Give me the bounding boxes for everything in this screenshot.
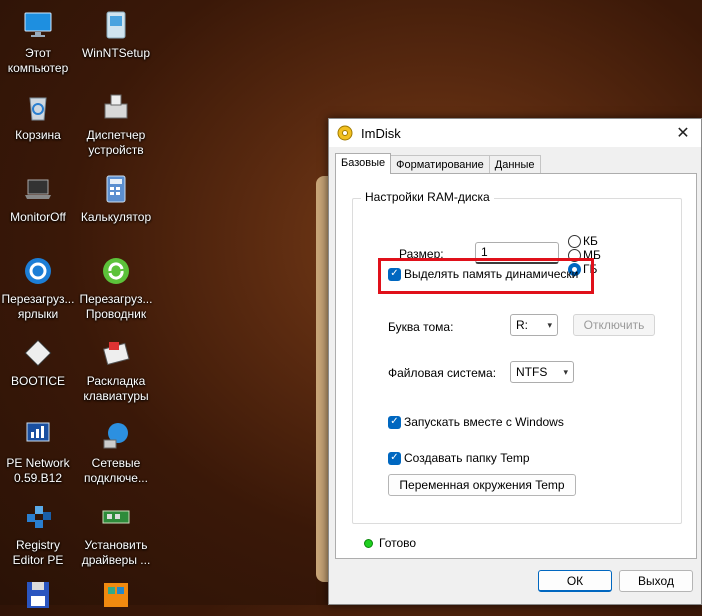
- checkmark-icon: ✓: [388, 415, 401, 429]
- desktop-icon-network-connections[interactable]: Сетевые подключе...: [78, 418, 154, 486]
- chevron-down-icon: ▾: [547, 319, 552, 330]
- desktop-icon-label: Корзина: [15, 128, 61, 142]
- create-temp-checkbox[interactable]: ✓ Создавать папку Temp: [388, 451, 530, 465]
- desktop-icon-winntsetup[interactable]: WinNTSetup: [78, 8, 154, 61]
- desktop-icon-windows-app[interactable]: [78, 578, 154, 616]
- tab-panel-basic: Настройки RAM-диска Размер: 1 КБ МБ ГБ ✓…: [335, 173, 697, 559]
- chevron-down-icon: ▾: [563, 366, 568, 377]
- group-title: Настройки RAM-диска: [361, 190, 494, 204]
- create-temp-label: Создавать папку Temp: [404, 451, 530, 465]
- drivers-icon: [99, 500, 133, 534]
- volume-letter-value: R:: [516, 318, 528, 332]
- volume-letter-label: Буква тома:: [388, 320, 454, 334]
- recycle-bin-icon: [21, 90, 55, 124]
- tab-data[interactable]: Данные: [488, 155, 541, 174]
- monitor-icon: [21, 8, 55, 42]
- desktop-icon-label: Registry Editor PE: [12, 538, 64, 567]
- desktop-icon-label: Перезагруз... ярлыки: [1, 292, 75, 321]
- checkmark-icon: ✓: [388, 267, 401, 281]
- tab-formatting[interactable]: Форматирование: [390, 155, 490, 174]
- desktop-icon-label: MonitorOff: [10, 210, 66, 224]
- registry-icon: [21, 500, 55, 534]
- disconnect-button[interactable]: Отключить: [573, 314, 655, 336]
- network-icon: [21, 418, 55, 452]
- calculator-icon: [99, 172, 133, 206]
- imdisk-dialog: ImDisk ✕ Базовые Форматирование Данные Н…: [328, 118, 702, 605]
- desktop-icon-label: Этот компьютер: [7, 46, 69, 75]
- globe-icon: [99, 418, 133, 452]
- desktop-icon-registry-editor[interactable]: Registry Editor PE: [0, 500, 76, 568]
- keyboard-layout-icon: [99, 336, 133, 370]
- status-text: Готово: [379, 536, 417, 550]
- start-with-windows-checkbox[interactable]: ✓ Запускать вместе с Windows: [388, 415, 564, 429]
- dialog-titlebar[interactable]: ImDisk ✕: [329, 119, 701, 147]
- status-indicator: [364, 539, 373, 548]
- desktop-icon-label: Калькулятор: [80, 210, 152, 224]
- unit-kb-label: КБ: [583, 234, 598, 248]
- dynamic-memory-checkbox[interactable]: ✓ Выделять память динамически: [388, 267, 578, 281]
- desktop-icon-bootice[interactable]: BOOTICE: [0, 336, 76, 389]
- desktop-icon-install-drivers[interactable]: Установить драйверы ...: [78, 500, 154, 568]
- tab-strip: Базовые Форматирование Данные: [335, 153, 541, 174]
- desktop-icon-this-pc[interactable]: Этот компьютер: [0, 8, 76, 76]
- desktop-icon-label: BOOTICE: [10, 374, 65, 388]
- volume-letter-select[interactable]: R: ▾: [510, 314, 558, 336]
- desktop-icon-keyboard-layout[interactable]: Раскладка клавиатуры: [78, 336, 154, 404]
- filesystem-value: NTFS: [516, 365, 548, 379]
- radio-circle: [568, 234, 581, 248]
- desktop-icon-monitoroff[interactable]: MonitorOff: [0, 172, 76, 225]
- desktop-icon-reload-shortcuts[interactable]: Перезагруз... ярлыки: [0, 254, 76, 322]
- filesystem-select[interactable]: NTFS ▾: [510, 361, 574, 383]
- laptop-icon: [21, 172, 55, 206]
- device-manager-icon: [99, 90, 133, 124]
- start-with-windows-label: Запускать вместе с Windows: [404, 415, 564, 429]
- desktop-icon-pe-network[interactable]: PE Network 0.59.B12: [0, 418, 76, 486]
- desktop-icon-label: Раскладка клавиатуры: [83, 374, 149, 403]
- desktop-icon-device-manager[interactable]: Диспетчер устройств: [78, 90, 154, 158]
- windows-app-icon: [99, 578, 133, 612]
- checkmark-icon: ✓: [388, 451, 401, 465]
- desktop-icon-reload-explorer[interactable]: Перезагруз... Проводник: [78, 254, 154, 322]
- unit-kb-radio[interactable]: КБ: [568, 234, 598, 248]
- bootice-icon: [21, 336, 55, 370]
- desktop-icon-label: Установить драйверы ...: [81, 538, 151, 567]
- setup-icon: [99, 8, 133, 42]
- desktop-icon-label: Перезагруз... Проводник: [79, 292, 153, 321]
- imdisk-app-icon: [337, 125, 353, 141]
- dialog-title: ImDisk: [361, 125, 401, 141]
- floppy-icon: [21, 578, 55, 612]
- ok-button[interactable]: ОК: [538, 570, 612, 592]
- tab-basic[interactable]: Базовые: [335, 153, 392, 174]
- reload-shortcuts-icon: [21, 254, 55, 288]
- dynamic-memory-label: Выделять память динамически: [404, 267, 579, 281]
- desktop-icon-calculator[interactable]: Калькулятор: [78, 172, 154, 225]
- exit-button[interactable]: Выход: [619, 570, 693, 592]
- close-icon[interactable]: ✕: [665, 119, 701, 147]
- filesystem-label: Файловая система:: [388, 366, 497, 380]
- desktop-icon-recycle-bin[interactable]: Корзина: [0, 90, 76, 143]
- desktop-icon-label: Диспетчер устройств: [86, 128, 146, 157]
- desktop-icon-label: WinNTSetup: [81, 46, 151, 60]
- desktop-icon-floppy[interactable]: [0, 578, 76, 616]
- env-var-temp-button[interactable]: Переменная окружения Temp: [388, 474, 576, 496]
- desktop-icon-label: PE Network 0.59.B12: [6, 456, 70, 485]
- desktop-icon-label: Сетевые подключе...: [84, 456, 148, 485]
- reload-explorer-icon: [99, 254, 133, 288]
